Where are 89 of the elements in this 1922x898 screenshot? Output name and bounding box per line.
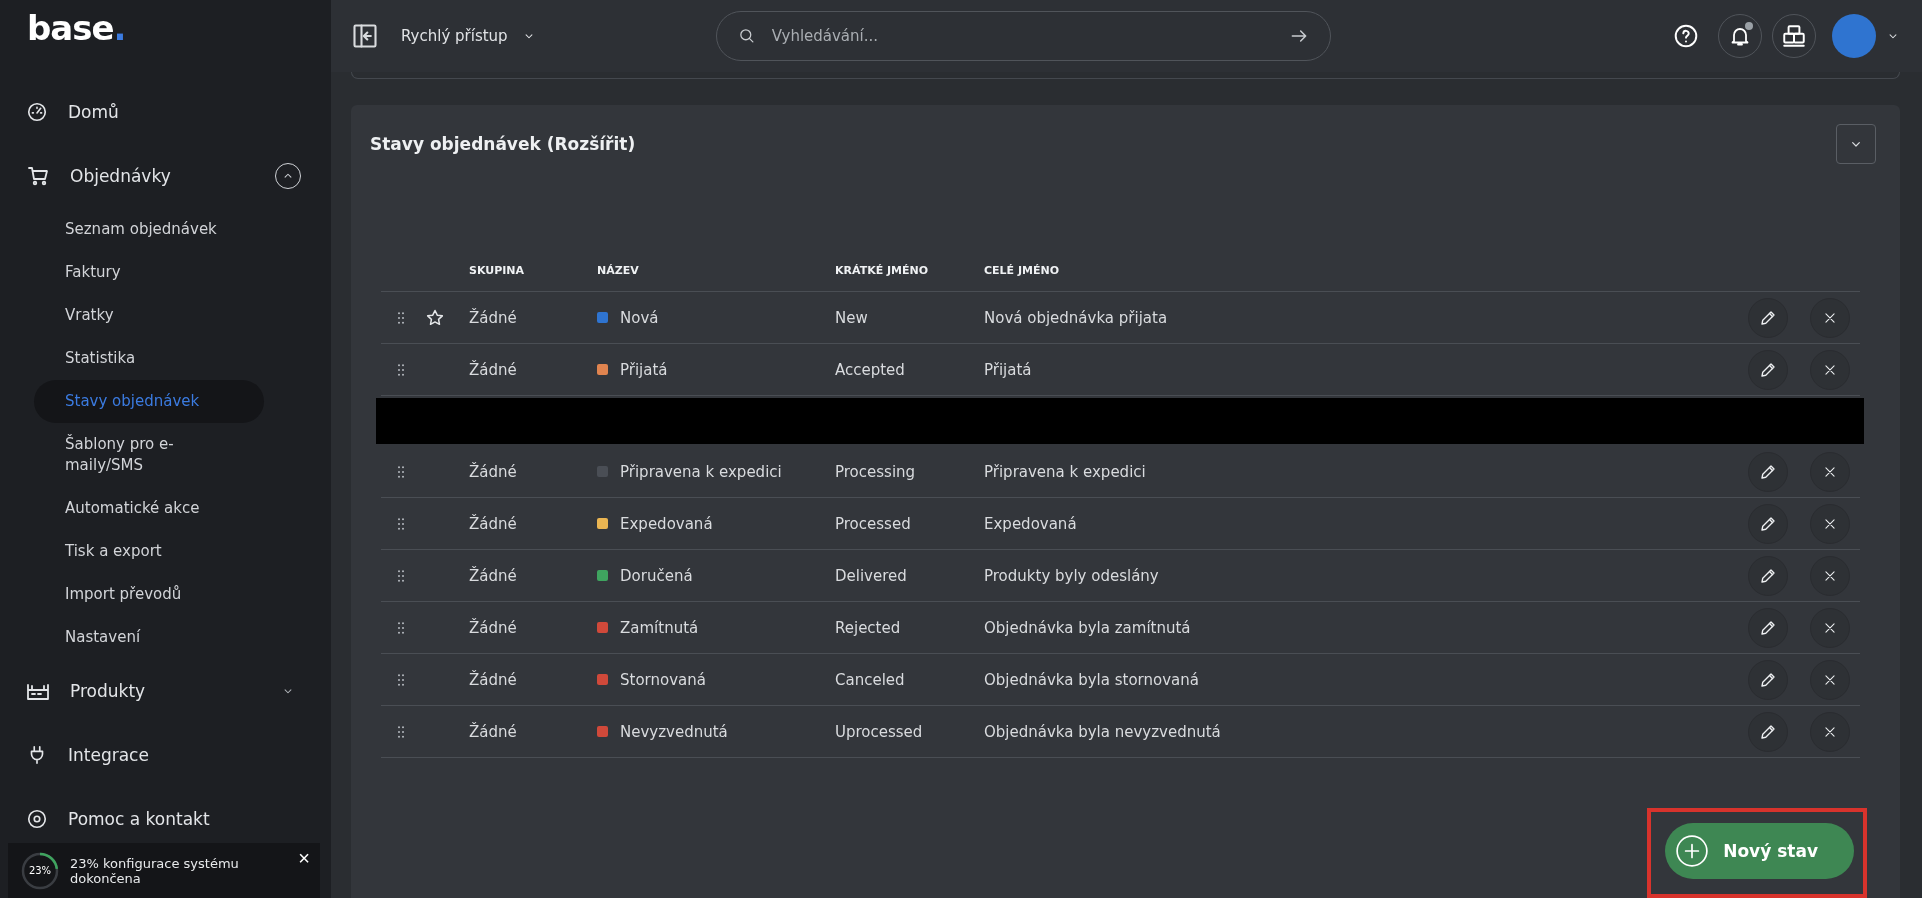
edit-button[interactable] [1748, 711, 1788, 752]
table-cell: Přijatá [620, 360, 668, 379]
table-cell-text: Processing [835, 462, 917, 481]
table-cell-text: Žádné [469, 618, 518, 637]
table-cell: Zamítnutá [620, 618, 699, 637]
edit-button[interactable] [1748, 297, 1788, 338]
sidebar-subitem[interactable]: Seznam objednávek [34, 208, 264, 251]
table-cell-text: Přijatá [984, 360, 1033, 379]
table-cell-text: Delivered [835, 566, 908, 585]
cart-icon [26, 164, 50, 188]
sidebar-item[interactable]: Integrace [0, 723, 331, 787]
table-cell-text: Nová objednávka přijata [984, 308, 1169, 327]
table-cell-text: Processed [835, 514, 912, 533]
sidebar-subitem[interactable]: Faktury [34, 251, 264, 294]
sidebar-subitem[interactable]: Automatické akce [34, 487, 264, 530]
table-cell-text: Objednávka byla zamítnutá [984, 618, 1192, 637]
table-cell-text: Objednávka byla nevyzvednutá [984, 722, 1222, 741]
sidebar-subitem[interactable]: Import převodů [34, 573, 264, 616]
progress-percent: 23% [28, 864, 52, 877]
sidebar-subitem[interactable]: Vratky [34, 294, 264, 337]
table-cell-text: Accepted [835, 360, 906, 379]
quick-access-dropdown[interactable]: Rychlý přístup [401, 27, 536, 45]
sidebar-subitem[interactable]: Statistika [34, 337, 264, 380]
star-icon[interactable] [425, 307, 445, 328]
table-cell-text: Žádné [469, 308, 518, 327]
sidebar-subitem[interactable]: Šablony pro e-maily/SMS [34, 423, 234, 487]
sidebar-item[interactable]: Produkty [0, 659, 331, 723]
table-cell: Nová [620, 308, 659, 327]
edit-button[interactable] [1748, 555, 1788, 596]
close-icon [1823, 724, 1837, 739]
column-header: KRÁTKÉ JMÉNO [835, 263, 930, 277]
sidebar-subitem[interactable]: Stavy objednávek [34, 380, 264, 423]
table-cell: Připravena k expedici [620, 462, 782, 481]
edit-button[interactable] [1748, 607, 1788, 648]
gauge-icon [26, 101, 48, 123]
sidebar-item[interactable]: Domů [0, 80, 331, 144]
table-cell-text: Uprocessed [835, 722, 924, 741]
close-icon [1823, 310, 1837, 325]
sidebar-item-label[interactable]: Objednávky [70, 166, 255, 186]
close-icon [1823, 516, 1837, 531]
table-cell-text: Žádné [469, 514, 518, 533]
boxes-icon [1781, 23, 1807, 49]
close-icon [1823, 620, 1837, 635]
sidebar-toggle-icon [351, 22, 379, 50]
table-cell-text: Expedovaná [984, 514, 1078, 533]
table-cell-text: Žádné [469, 566, 518, 585]
edit-button[interactable] [1748, 349, 1788, 390]
new-status-button[interactable]: Nový stav [1665, 823, 1854, 879]
toast-message: 23% konfigurace systému dokončena [70, 855, 240, 886]
help-circle-icon [26, 808, 48, 830]
question-icon [1673, 23, 1699, 49]
sidebar-subitem[interactable]: Nastavení [34, 616, 264, 659]
sidebar-item-label[interactable]: Pomoc a kontakt [68, 809, 331, 829]
sidebar-item[interactable]: Objednávky [0, 144, 331, 208]
search-icon [737, 27, 755, 44]
card-title: Stavy objednávek (Rozšířit) [370, 134, 636, 154]
column-header: NÁZEV [597, 263, 640, 277]
table-cell: Stornovaná [620, 670, 706, 689]
table-cell-text: Žádné [469, 360, 518, 379]
table-cell-text: Objednávka byla stornovaná [984, 670, 1200, 689]
search-field[interactable]: Vyhledávání... [715, 11, 1331, 61]
table-cell: Doručená [620, 566, 693, 585]
edit-button[interactable] [1748, 451, 1788, 492]
table-cell-text: Canceled [835, 670, 906, 689]
table-cell-text: Žádné [469, 462, 518, 481]
table-cell: Expedovaná [620, 514, 713, 533]
table-cell-text: Žádné [469, 670, 518, 689]
table-cell-text: Produkty byly odeslány [984, 566, 1160, 585]
plus-circle-icon [1675, 834, 1710, 868]
table-cell-text: New [835, 308, 869, 327]
close-icon [1823, 362, 1837, 377]
sidebar-subitem[interactable]: Tisk a export [34, 530, 264, 573]
progress-ring [20, 850, 60, 891]
avatar[interactable] [1832, 14, 1876, 58]
sidebar-item-label[interactable]: Produkty [70, 681, 261, 701]
column-header: CELÉ JMÉNO [984, 263, 1061, 277]
close-icon [1823, 464, 1837, 479]
table-cell-text: Připravena k expedici [984, 462, 1147, 481]
column-header: SKUPINA [469, 263, 526, 277]
edit-button[interactable] [1748, 503, 1788, 544]
close-icon [1823, 568, 1837, 583]
table-cell-text: Rejected [835, 618, 902, 637]
logo: base. [27, 8, 126, 48]
sidebar-item-label[interactable]: Integrace [68, 745, 331, 765]
close-icon [1823, 672, 1837, 687]
sidebar-item-label[interactable]: Domů [68, 102, 331, 122]
table-cell: Nevyzvednutá [620, 722, 728, 741]
table-cell-text: Žádné [469, 722, 518, 741]
edit-button[interactable] [1748, 659, 1788, 700]
